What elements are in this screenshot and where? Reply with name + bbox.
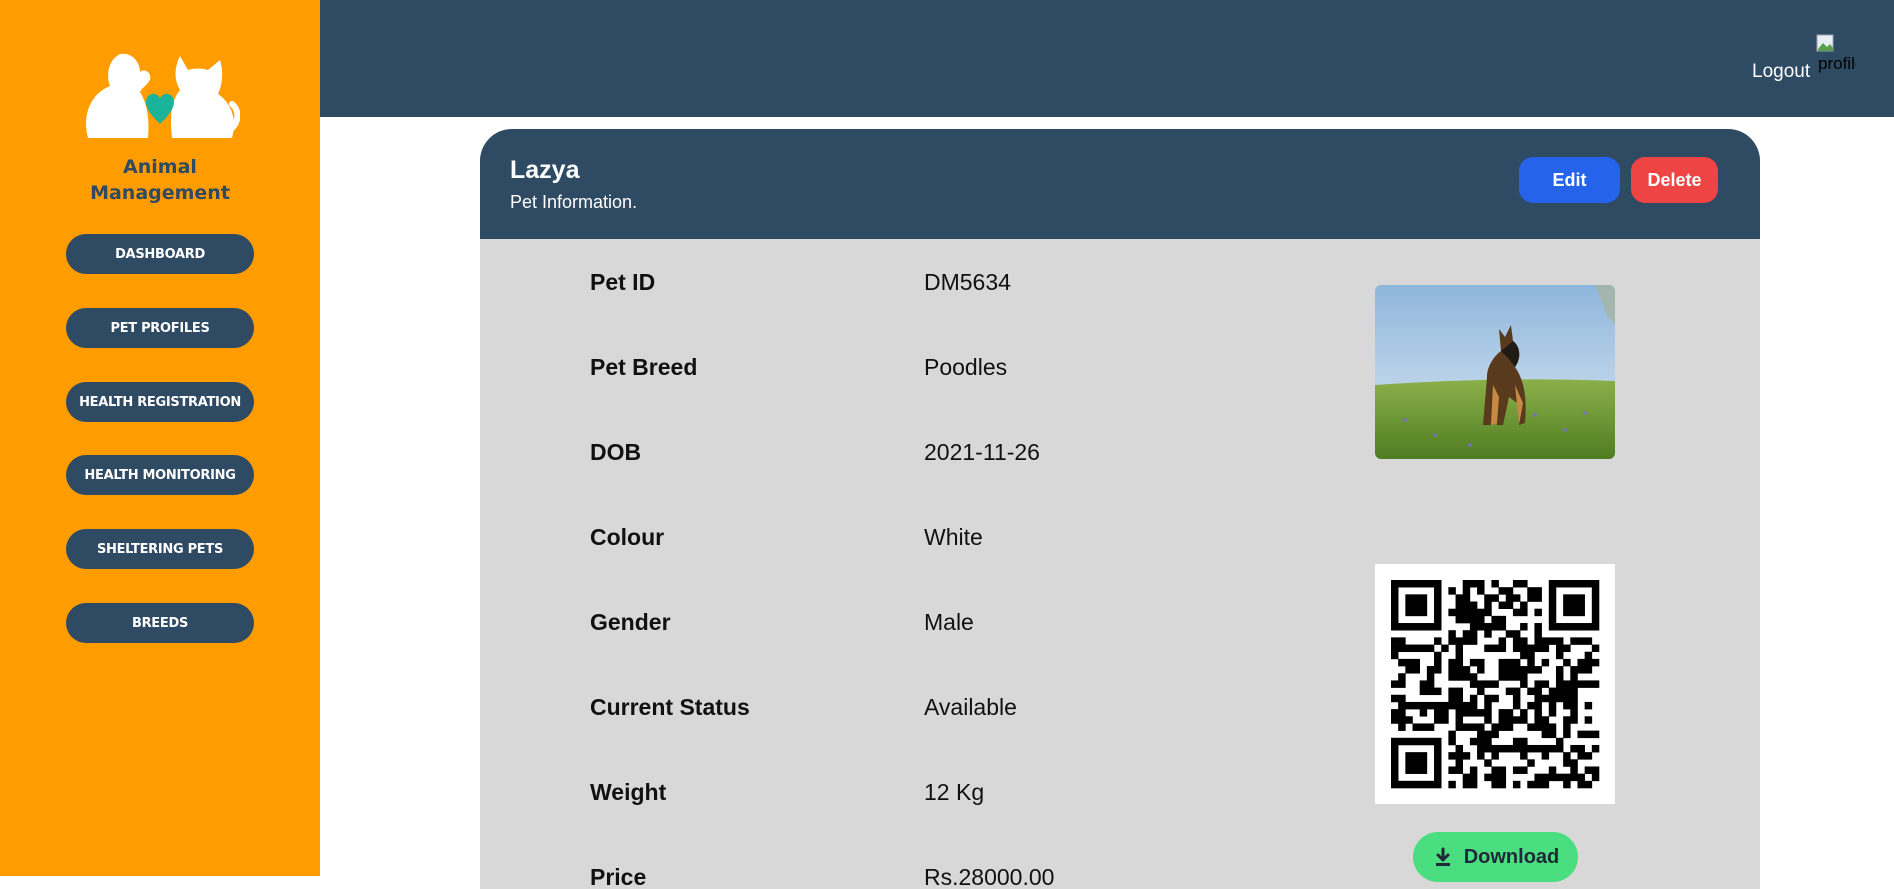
edit-button[interactable]: Edit [1519,157,1620,203]
nav-pet-profiles[interactable]: PET PROFILES [66,308,254,348]
delete-button[interactable]: Delete [1631,157,1718,203]
nav-dashboard[interactable]: DASHBOARD [66,234,254,274]
avatar[interactable]: profile [1812,32,1856,76]
qr-code [1375,564,1615,804]
cat-dog-heart-logo [80,46,241,146]
field-label-colour: Colour [590,524,665,550]
nav-sheltering-pets[interactable]: SHELTERING PETS [66,529,254,569]
download-icon [1435,847,1450,866]
nav-health-registration[interactable]: HEALTH REGISTRATION [66,382,254,422]
field-label-breed: Pet Breed [590,354,698,380]
avatar-alt-text: profile [1818,54,1856,73]
card-subtitle: Pet Information. [510,192,638,212]
field-label-gender: Gender [590,609,671,635]
brand-line2: Management [90,182,230,204]
field-value-status: Available [924,694,1017,720]
download-label: Download [1463,845,1560,868]
field-value-pet-id: DM5634 [924,269,1011,295]
pet-name: Lazya [510,156,580,184]
sidebar: Animal Management DASHBOARD PET PROFILES… [0,0,320,876]
download-button[interactable]: Download [1413,832,1578,882]
nav-health-monitoring[interactable]: HEALTH MONITORING [66,455,254,495]
pet-photo [1375,285,1615,459]
field-label-weight: Weight [590,779,667,805]
card-header: Lazya Pet Information. Edit Delete [480,129,1760,239]
pet-info-card: Lazya Pet Information. Edit Delete Pet I… [480,129,1760,889]
broken-image-icon [1816,34,1834,52]
nav-breeds[interactable]: BREEDS [66,603,254,643]
top-bar [320,0,1894,117]
field-value-colour: White [924,524,983,550]
field-value-price: Rs.28000.00 [924,864,1055,889]
brand-line1: Animal [123,156,197,178]
field-label-pet-id: Pet ID [590,269,656,295]
field-value-weight: 12 Kg [924,779,985,805]
brand-title: Animal Management [0,154,320,206]
field-value-breed: Poodles [924,354,1008,380]
field-label-status: Current Status [590,694,750,720]
logout-link[interactable]: Logout [1752,61,1810,83]
field-label-price: Price [590,864,647,889]
field-value-gender: Male [924,609,974,635]
field-value-dob: 2021-11-26 [924,439,1040,465]
field-label-dob: DOB [590,439,642,465]
